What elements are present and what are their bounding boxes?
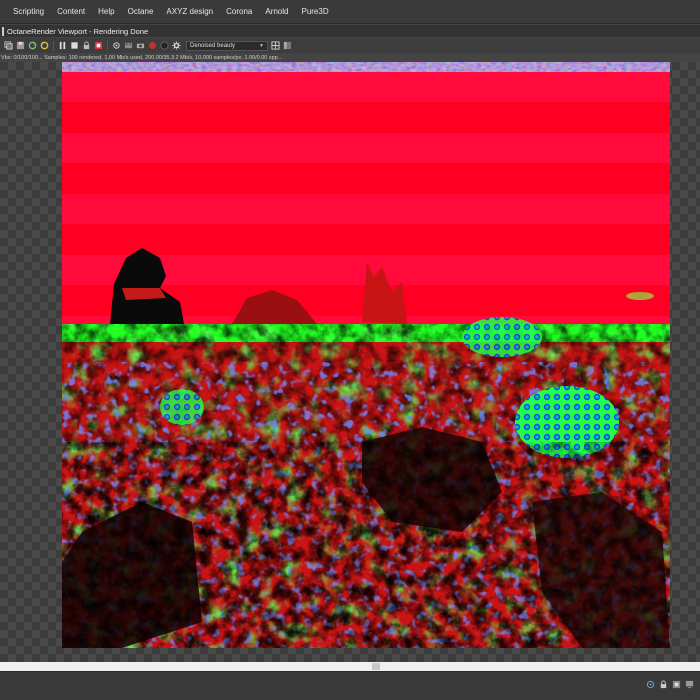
viewport-toolbar: Denoised beauty ▼ [0, 38, 700, 53]
menu-octane[interactable]: Octane [128, 7, 154, 16]
display-settings-icon[interactable] [685, 680, 694, 689]
region-render-icon[interactable] [94, 41, 103, 50]
bottom-toolbar [646, 680, 694, 689]
settings-gear-icon[interactable] [172, 41, 181, 50]
restart-icon[interactable] [40, 41, 49, 50]
menu-pure3d[interactable]: Pure3D [301, 7, 328, 16]
menu-bar: Scripting Content Help Octane AXYZ desig… [0, 0, 700, 24]
menu-help[interactable]: Help [98, 7, 114, 16]
pause-icon[interactable] [58, 41, 67, 50]
render-pass-value: Denoised beauty [190, 42, 236, 49]
rendered-image [62, 62, 670, 648]
camera-icon[interactable] [136, 41, 145, 50]
lock-icon[interactable] [659, 680, 668, 689]
bottom-status-bar [0, 671, 700, 700]
copy-icon[interactable] [4, 41, 13, 50]
viewport-title-bar: OctaneRender Viewport - Rendering Done [0, 25, 700, 37]
menu-corona[interactable]: Corona [226, 7, 252, 16]
render-settings-icon[interactable] [672, 680, 681, 689]
picker-icon[interactable] [112, 41, 121, 50]
save-icon[interactable] [16, 41, 25, 50]
grid-icon[interactable] [271, 41, 280, 50]
chevron-down-icon: ▼ [259, 42, 264, 49]
viewport-title: OctaneRender Viewport - Rendering Done [7, 26, 149, 36]
toolbar-separator [53, 40, 54, 51]
render-status-line: Vbx: 0/100/100... Samples: 100 rendered,… [1, 55, 283, 61]
menu-axyz-design[interactable]: AXYZ design [166, 7, 213, 16]
render-pass-select[interactable]: Denoised beauty ▼ [186, 40, 268, 51]
scrollbar-thumb[interactable] [372, 663, 380, 670]
menu-scripting[interactable]: Scripting [13, 7, 44, 16]
material-icon[interactable] [148, 41, 157, 50]
lock-icon[interactable] [82, 41, 91, 50]
title-grip-icon [2, 26, 4, 36]
stop-icon[interactable] [70, 41, 79, 50]
menu-content[interactable]: Content [57, 7, 85, 16]
distant-object [626, 292, 654, 300]
menu-arnold[interactable]: Arnold [265, 7, 288, 16]
render-image-canvas [62, 62, 670, 648]
horizontal-scrollbar[interactable] [0, 662, 700, 671]
target-icon[interactable] [646, 680, 655, 689]
layout-icon[interactable] [283, 41, 292, 50]
sphere-icon[interactable] [160, 41, 169, 50]
film-icon[interactable] [124, 41, 133, 50]
toolbar-separator [107, 40, 108, 51]
render-viewport[interactable] [0, 62, 700, 662]
refresh-icon[interactable] [28, 41, 37, 50]
